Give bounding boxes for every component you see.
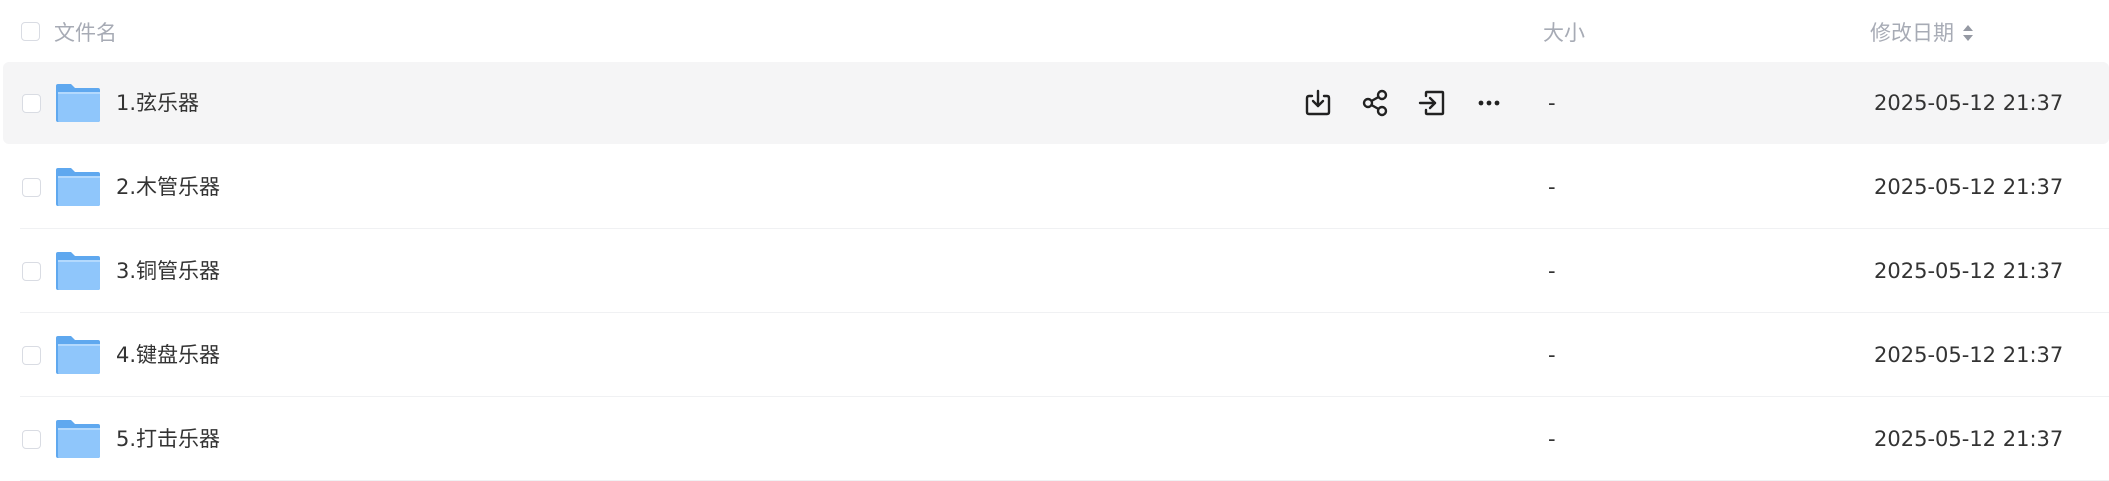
row-checkbox[interactable]: [22, 94, 41, 113]
row-checkbox[interactable]: [22, 430, 41, 449]
sort-icon[interactable]: [1961, 22, 1975, 44]
file-name[interactable]: 4.键盘乐器: [116, 340, 220, 370]
file-size: -: [1548, 175, 1556, 199]
column-header-name[interactable]: 文件名: [54, 19, 117, 47]
move-to-icon: [1418, 90, 1445, 116]
file-size: -: [1548, 343, 1556, 367]
move-button[interactable]: [1413, 84, 1451, 122]
select-all-checkbox[interactable]: [21, 22, 40, 41]
file-list-table: 文件名 大小 修改日期 1.弦乐器 - 2025-05-12 21:37 2.木…: [0, 0, 2109, 481]
file-modified-date: 2025-05-12 21:37: [1874, 91, 2064, 115]
row-divider: [20, 228, 2109, 229]
folder-icon: [56, 420, 100, 458]
file-size: -: [1548, 91, 1556, 115]
table-row[interactable]: 2.木管乐器 - 2025-05-12 21:37: [3, 146, 2109, 229]
file-modified-date: 2025-05-12 21:37: [1874, 427, 2064, 451]
table-header: 文件名 大小 修改日期: [0, 0, 2109, 58]
file-modified-date: 2025-05-12 21:37: [1874, 175, 2064, 199]
table-row[interactable]: 3.铜管乐器 - 2025-05-12 21:37: [3, 230, 2109, 313]
file-modified-date: 2025-05-12 21:37: [1874, 259, 2064, 283]
share-icon: [1362, 89, 1388, 117]
folder-icon: [56, 84, 100, 122]
file-size: -: [1548, 427, 1556, 451]
file-size: -: [1548, 259, 1556, 283]
column-header-modified-date[interactable]: 修改日期: [1870, 19, 1954, 47]
row-divider: [20, 312, 2109, 313]
file-name[interactable]: 1.弦乐器: [116, 88, 199, 118]
row-checkbox[interactable]: [22, 178, 41, 197]
more-button[interactable]: [1470, 84, 1508, 122]
download-icon: [1305, 89, 1331, 116]
file-name[interactable]: 2.木管乐器: [116, 172, 220, 202]
file-name[interactable]: 3.铜管乐器: [116, 256, 220, 286]
more-icon: [1478, 100, 1500, 106]
folder-icon: [56, 252, 100, 290]
row-checkbox[interactable]: [22, 262, 41, 281]
download-button[interactable]: [1299, 84, 1337, 122]
share-button[interactable]: [1356, 84, 1394, 122]
table-row[interactable]: 1.弦乐器 - 2025-05-12 21:37: [3, 62, 2109, 144]
table-row[interactable]: 5.打击乐器 - 2025-05-12 21:37: [3, 398, 2109, 481]
table-row[interactable]: 4.键盘乐器 - 2025-05-12 21:37: [3, 314, 2109, 397]
row-divider: [20, 396, 2109, 397]
column-header-size[interactable]: 大小: [1543, 19, 1585, 47]
file-modified-date: 2025-05-12 21:37: [1874, 343, 2064, 367]
row-checkbox[interactable]: [22, 346, 41, 365]
file-name[interactable]: 5.打击乐器: [116, 424, 220, 454]
folder-icon: [56, 336, 100, 374]
folder-icon: [56, 168, 100, 206]
